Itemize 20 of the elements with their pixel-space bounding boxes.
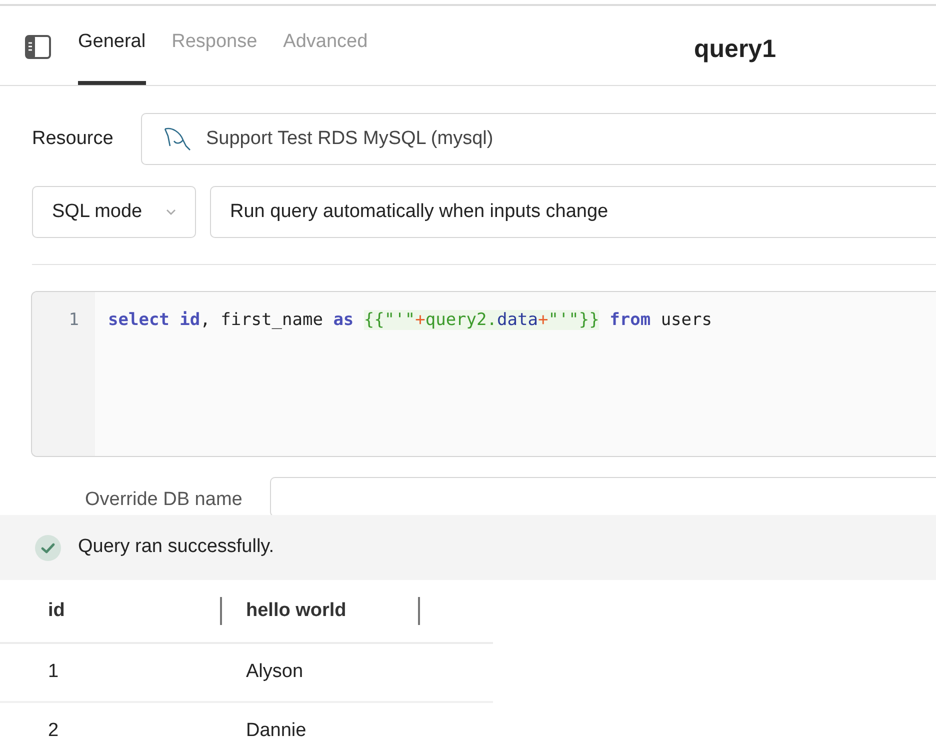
column-header[interactable]: id: [48, 596, 65, 626]
status-message: Query ran successfully.: [78, 535, 274, 560]
code-line: select id, first_name as {{"'"+query2.data+"'"}} from users: [108, 309, 712, 332]
code-editor[interactable]: 1 select id, first_name as {{"'"+query2.data+"'"}} from users: [31, 291, 936, 457]
field-label: Resource: [32, 126, 114, 151]
tab[interactable]: General: [78, 28, 146, 85]
sidebar-icon[interactable]: [25, 35, 51, 59]
query-title: query1: [693, 34, 777, 65]
mode-select[interactable]: SQL mode: [32, 186, 196, 238]
resource-select[interactable]: Support Test RDS MySQL (mysql): [141, 113, 936, 165]
table-cell: Dannie: [246, 720, 306, 742]
success-check-icon: [35, 534, 61, 560]
table-cell: 2: [48, 720, 59, 742]
column-header[interactable]: hello world: [246, 596, 346, 626]
field-label: Override DB name: [85, 489, 242, 511]
table-cell: Alyson: [246, 661, 304, 682]
table-cell: 1: [48, 661, 59, 682]
line-number: 1: [68, 309, 79, 332]
run-behavior-select[interactable]: Run query automatically when inputs change: [210, 186, 936, 238]
chevron-icon: [166, 209, 176, 215]
